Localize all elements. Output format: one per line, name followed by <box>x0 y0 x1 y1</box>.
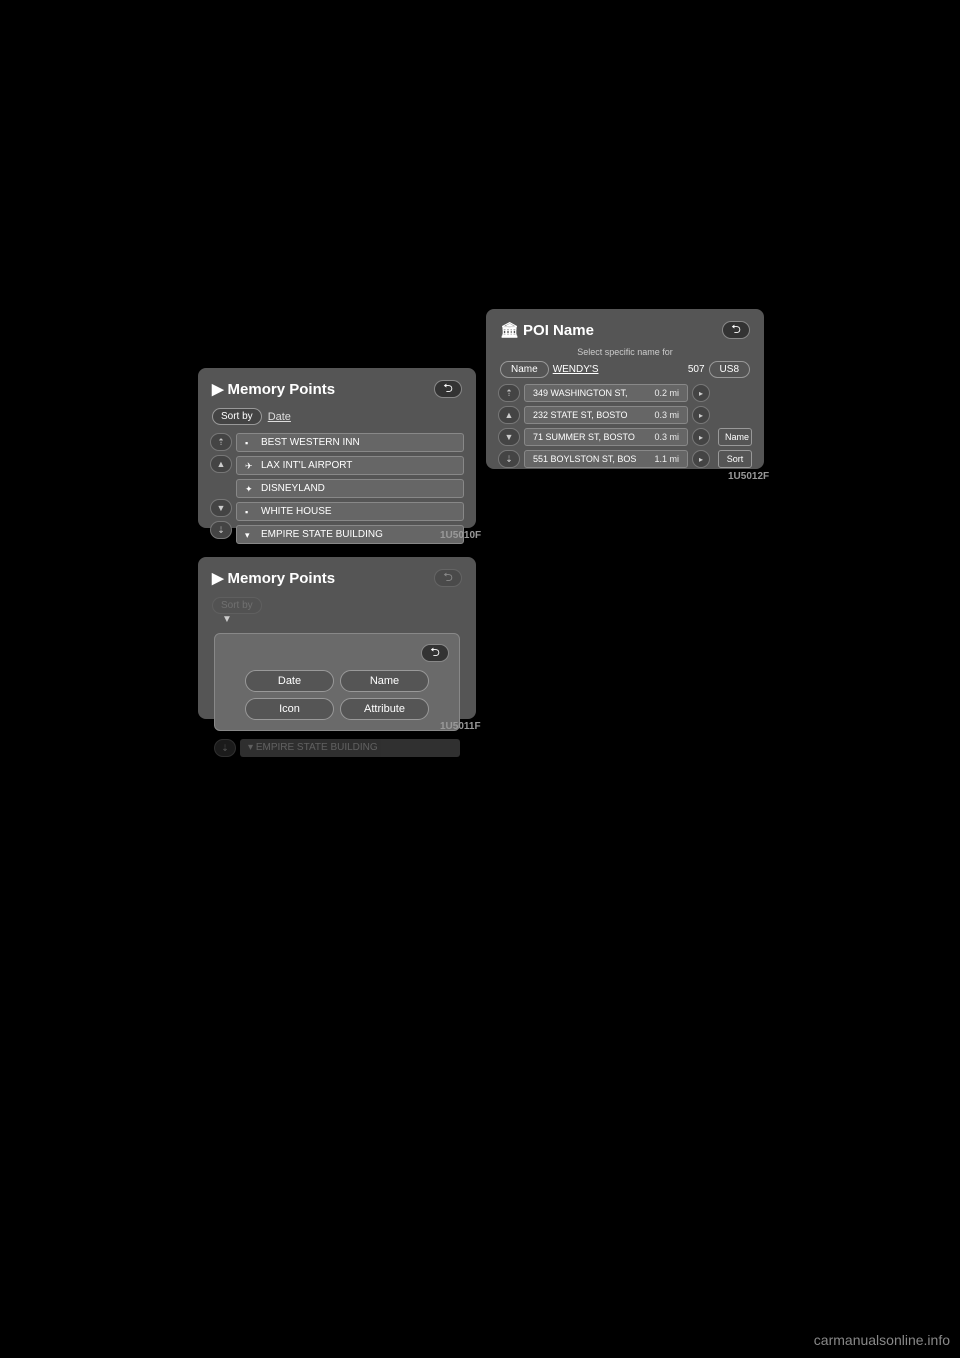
back-button-disabled: ⮌ <box>434 569 462 587</box>
poi-list-area: ⇡ ▲ ▼ ⇣ 349 WASHINGTON ST, 0.2 mi 232 STA… <box>494 384 756 468</box>
item-label: DISNEYLAND <box>261 483 325 494</box>
scroll-bottom-button[interactable]: ⇣ <box>210 521 232 539</box>
item-label: WHITE HOUSE <box>261 506 332 517</box>
screen-header: ▶ Memory Points ⮌ <box>206 565 468 591</box>
list-item[interactable]: ✦ DISNEYLAND <box>236 479 464 498</box>
watermark: carmanualsonline.info <box>814 1332 950 1348</box>
poi-address: 71 SUMMER ST, BOSTO <box>533 432 635 442</box>
park-icon: ✦ <box>245 484 255 494</box>
side-name-button[interactable]: Name <box>718 428 752 446</box>
flag-icon: ▶ <box>212 380 224 398</box>
sort-value-label: Date <box>268 411 291 423</box>
memory-points-sort-screen: ▶ Memory Points ⮌ Sort by ▼ ⮌ Date Name … <box>198 557 476 719</box>
landmark-icon: ▾ <box>248 742 253 753</box>
list-item[interactable]: ▾ EMPIRE STATE BUILDING <box>236 525 464 544</box>
scroll-top-button[interactable]: ⇡ <box>210 433 232 451</box>
screen-title: ▶ Memory Points <box>212 569 335 587</box>
search-query-text: WENDY'S <box>553 364 684 375</box>
building-icon: ▪ <box>245 438 255 448</box>
sort-panel: ⮌ Date Name Icon Attribute <box>214 633 460 731</box>
scroll-column: ⇡ ▲ ▼ ⇣ <box>210 433 232 544</box>
sort-option-icon[interactable]: Icon <box>245 698 334 720</box>
list-item[interactable]: ✈ LAX INT'L AIRPORT <box>236 456 464 475</box>
image-reference-label: 1U5010F <box>440 530 481 541</box>
poi-distance: 0.3 mi <box>654 410 679 420</box>
list-item[interactable]: ▪ BEST WESTERN INN <box>236 433 464 452</box>
screen-header: ▶ Memory Points ⮌ <box>206 376 468 402</box>
back-button[interactable]: ⮌ <box>434 380 462 398</box>
back-button[interactable]: ⮌ <box>722 321 750 339</box>
play-column: ▸ ▸ ▸ ▸ <box>692 384 714 468</box>
side-sort-button[interactable]: Sort <box>718 450 752 468</box>
poi-distance: 0.3 mi <box>654 432 679 442</box>
flag-icon: ▶ <box>212 569 224 587</box>
landmark-icon: ▾ <box>245 530 255 540</box>
back-icon: ⮌ <box>443 379 453 400</box>
detail-button[interactable]: ▸ <box>692 384 710 402</box>
side-buttons: Name Sort <box>718 384 752 468</box>
item-label: LAX INT'L AIRPORT <box>261 460 352 471</box>
title-text: Memory Points <box>228 570 336 587</box>
title-text: POI Name <box>523 322 594 339</box>
scroll-up-button[interactable]: ▲ <box>210 455 232 473</box>
list-area: ⇡ ▲ ▼ ⇣ ▪ BEST WESTERN INN ✈ LAX INT'L AIR… <box>206 433 468 544</box>
sort-option-name[interactable]: Name <box>340 670 429 692</box>
sort-options-grid: Date Name Icon Attribute <box>225 670 449 720</box>
detail-button[interactable]: ▸ <box>692 450 710 468</box>
scroll-down-button[interactable]: ▼ <box>210 499 232 517</box>
sort-panel-header: ⮌ <box>225 644 449 662</box>
list-item[interactable]: ▪ WHITE HOUSE <box>236 502 464 521</box>
sort-option-date[interactable]: Date <box>245 670 334 692</box>
poi-result-item[interactable]: 551 BOYLSTON ST, BOS 1.1 mi <box>524 450 688 468</box>
scroll-column: ⇡ ▲ ▼ ⇣ <box>498 384 520 468</box>
detail-button[interactable]: ▸ <box>692 428 710 446</box>
poi-name-screen: 🏛 POI Name ⮌ Select specific name for Na… <box>486 309 764 469</box>
back-icon: ⮌ <box>430 643 440 664</box>
scroll-bottom-button[interactable]: ⇣ <box>498 450 520 468</box>
sort-by-button-disabled: Sort by <box>212 597 262 614</box>
name-field-button[interactable]: Name <box>500 361 549 378</box>
detail-button[interactable]: ▸ <box>692 406 710 424</box>
poi-result-item[interactable]: 71 SUMMER ST, BOSTO 0.3 mi <box>524 428 688 446</box>
memory-points-screen: ▶ Memory Points ⮌ Sort by Date ⇡ ▲ ▼ ⇣ ▪… <box>198 368 476 528</box>
poi-subtitle: Select specific name for <box>494 347 756 357</box>
back-icon: ⮌ <box>731 320 741 341</box>
item-label: BEST WESTERN INN <box>261 437 360 448</box>
airport-icon: ✈ <box>245 461 255 471</box>
sort-row: Sort by Date <box>206 406 468 427</box>
poi-address: 232 STATE ST, BOSTO <box>533 410 628 420</box>
image-reference-label: 1U5011F <box>440 721 481 732</box>
poi-result-item[interactable]: 349 WASHINGTON ST, 0.2 mi <box>524 384 688 402</box>
poi-address: 349 WASHINGTON ST, <box>533 388 628 398</box>
back-icon: ⮌ <box>443 568 453 589</box>
poi-items-column: 349 WASHINGTON ST, 0.2 mi 232 STATE ST, B… <box>524 384 688 468</box>
scroll-top-button[interactable]: ⇡ <box>498 384 520 402</box>
screen-title: 🏛 POI Name <box>500 321 594 339</box>
sort-option-attribute[interactable]: Attribute <box>340 698 429 720</box>
poi-result-item[interactable]: 232 STATE ST, BOSTO 0.3 mi <box>524 406 688 424</box>
title-text: Memory Points <box>228 381 336 398</box>
screen-header: 🏛 POI Name ⮌ <box>494 317 756 343</box>
region-button[interactable]: US8 <box>709 361 750 378</box>
item-label: EMPIRE STATE BUILDING <box>261 529 383 540</box>
scroll-down-button[interactable]: ▼ <box>498 428 520 446</box>
result-count: 507 <box>688 364 705 375</box>
search-row: Name WENDY'S 507 US8 <box>494 361 756 378</box>
items-column: ▪ BEST WESTERN INN ✈ LAX INT'L AIRPORT ✦ DI… <box>236 433 464 544</box>
scroll-up-button[interactable]: ▲ <box>498 406 520 424</box>
sort-by-button[interactable]: Sort by <box>212 408 262 425</box>
poi-distance: 0.2 mi <box>654 388 679 398</box>
screen-title: ▶ Memory Points <box>212 380 335 398</box>
image-reference-label: 1U5012F <box>728 471 769 482</box>
sort-row: Sort by <box>206 595 468 616</box>
faded-list-item: ▾ EMPIRE STATE BUILDING <box>240 739 460 757</box>
poi-distance: 1.1 mi <box>654 454 679 464</box>
panel-back-button[interactable]: ⮌ <box>421 644 449 662</box>
gov-icon: ▪ <box>245 507 255 517</box>
poi-address: 551 BOYLSTON ST, BOS <box>533 454 636 464</box>
faded-background-row: ⇣ ▾ EMPIRE STATE BUILDING <box>206 739 468 757</box>
poi-icon: 🏛 <box>500 321 519 339</box>
scroll-button-faded: ⇣ <box>214 739 236 757</box>
